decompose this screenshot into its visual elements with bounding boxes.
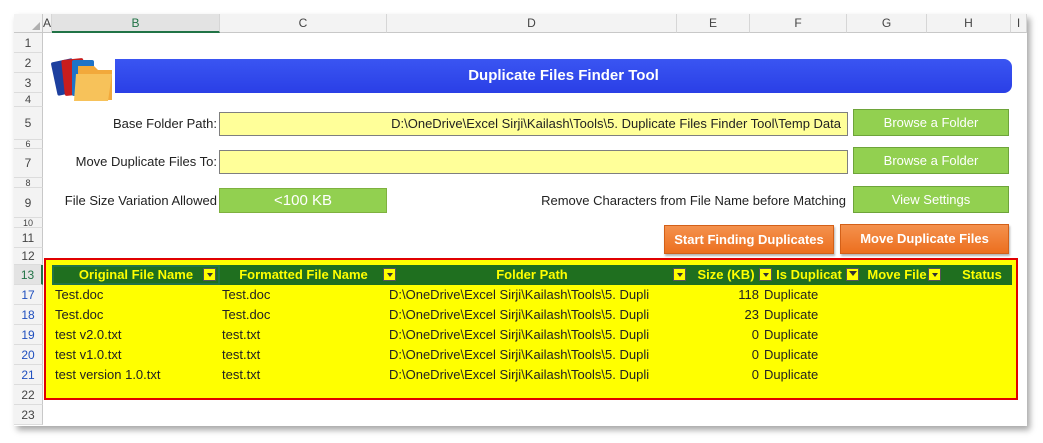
folder-path: D:\OneDrive\Excel Sirji\Kailash\Tools\5.… — [389, 307, 650, 322]
folders-icon — [51, 58, 112, 101]
base-folder-label: Base Folder Path: — [112, 116, 217, 131]
move-duplicate-files-button[interactable]: Move Duplicate Files — [840, 224, 1009, 254]
row-header-7[interactable]: 7 — [14, 149, 43, 178]
folder-path: D:\OneDrive\Excel Sirji\Kailash\Tools\5.… — [389, 327, 650, 342]
spreadsheet: A B C D E F G H I 1 2 3 4 5 6 7 8 9 10 1… — [14, 14, 1027, 426]
original-file-name: test v1.0.txt — [55, 347, 122, 362]
row-header-1[interactable]: 1 — [14, 33, 43, 53]
header-is-duplicate: Is Duplicat — [776, 267, 842, 282]
folder-path: D:\OneDrive\Excel Sirji\Kailash\Tools\5.… — [389, 367, 650, 382]
row-header-5[interactable]: 5 — [14, 107, 43, 140]
col-header-b[interactable]: B — [52, 14, 220, 33]
formatted-file-name: Test.doc — [222, 287, 271, 302]
selected-cell — [52, 265, 220, 285]
is-duplicate: Duplicate — [764, 347, 819, 362]
original-file-name: test v2.0.txt — [55, 327, 122, 342]
formatted-file-name: Test.doc — [222, 307, 271, 322]
row-header-13[interactable]: 13 — [14, 265, 43, 285]
row-header-21[interactable]: 21 — [14, 365, 43, 385]
row-header-4[interactable]: 4 — [14, 93, 43, 107]
remove-chars-label: Remove Characters from File Name before … — [541, 193, 846, 208]
row-header-22[interactable]: 22 — [14, 385, 43, 405]
row-header-18[interactable]: 18 — [14, 305, 43, 325]
original-file-name: test version 1.0.txt — [55, 367, 161, 382]
filter-icon[interactable] — [846, 268, 859, 281]
size-kb: 0 — [751, 347, 759, 362]
header-status: Status — [962, 267, 1002, 282]
col-header-i[interactable]: I — [1011, 14, 1027, 33]
row-header-8[interactable]: 8 — [14, 178, 43, 188]
browse-base-folder-button[interactable]: Browse a Folder — [853, 109, 1009, 136]
size-variation-select[interactable]: <100 KB — [219, 188, 387, 213]
folder-path: D:\OneDrive\Excel Sirji\Kailash\Tools\5.… — [389, 347, 650, 362]
size-kb: 118 — [738, 287, 759, 302]
original-file-name: Test.doc — [55, 307, 104, 322]
move-folder-input[interactable] — [219, 150, 848, 174]
dropdown-icon[interactable] — [673, 268, 686, 281]
is-duplicate: Duplicate — [764, 287, 819, 302]
select-all-corner[interactable] — [14, 14, 43, 33]
tool-title: Duplicate Files Finder Tool — [115, 59, 1012, 93]
dropdown-icon[interactable] — [928, 268, 941, 281]
folder-path: D:\OneDrive\Excel Sirji\Kailash\Tools\5.… — [389, 287, 650, 302]
col-header-h[interactable]: H — [927, 14, 1011, 33]
col-header-a[interactable]: A — [43, 14, 52, 33]
row-header-10[interactable]: 10 — [14, 218, 43, 228]
formatted-file-name: test.txt — [222, 327, 261, 342]
original-file-name: Test.doc — [55, 287, 104, 302]
header-size-kb: Size (KB) — [697, 267, 755, 282]
header-move-file: Move File — [867, 267, 927, 282]
move-folder-label: Move Duplicate Files To: — [75, 154, 217, 169]
row-header-12[interactable]: 12 — [14, 248, 43, 265]
row-header-17[interactable]: 17 — [14, 285, 43, 305]
row-header-20[interactable]: 20 — [14, 345, 43, 365]
row-header-2[interactable]: 2 — [14, 53, 43, 73]
dropdown-icon[interactable] — [759, 268, 772, 281]
row-header-19[interactable]: 19 — [14, 325, 43, 345]
col-header-e[interactable]: E — [677, 14, 750, 33]
base-folder-input[interactable]: D:\OneDrive\Excel Sirji\Kailash\Tools\5.… — [219, 112, 848, 136]
size-kb: 23 — [744, 307, 759, 322]
col-header-c[interactable]: C — [220, 14, 387, 33]
formatted-file-name: test.txt — [222, 367, 261, 382]
row-header-11[interactable]: 11 — [14, 228, 43, 248]
header-formatted-file-name: Formatted File Name — [239, 267, 368, 282]
size-kb: 0 — [751, 327, 759, 342]
header-folder-path: Folder Path — [496, 267, 568, 282]
col-header-d[interactable]: D — [387, 14, 677, 33]
row-header-23[interactable]: 23 — [14, 405, 43, 425]
size-kb: 0 — [751, 367, 759, 382]
col-header-f[interactable]: F — [750, 14, 847, 33]
size-variation-label: File Size Variation Allowed — [64, 193, 217, 208]
browse-move-folder-button[interactable]: Browse a Folder — [853, 147, 1009, 174]
row-header-6[interactable]: 6 — [14, 139, 43, 149]
is-duplicate: Duplicate — [764, 307, 819, 322]
start-finding-duplicates-button[interactable]: Start Finding Duplicates — [664, 225, 834, 254]
view-settings-button[interactable]: View Settings — [853, 186, 1009, 213]
row-header-9[interactable]: 9 — [14, 188, 43, 218]
row-header-3[interactable]: 3 — [14, 73, 43, 93]
is-duplicate: Duplicate — [764, 327, 819, 342]
is-duplicate: Duplicate — [764, 367, 819, 382]
col-header-g[interactable]: G — [847, 14, 927, 33]
formatted-file-name: test.txt — [222, 347, 261, 362]
